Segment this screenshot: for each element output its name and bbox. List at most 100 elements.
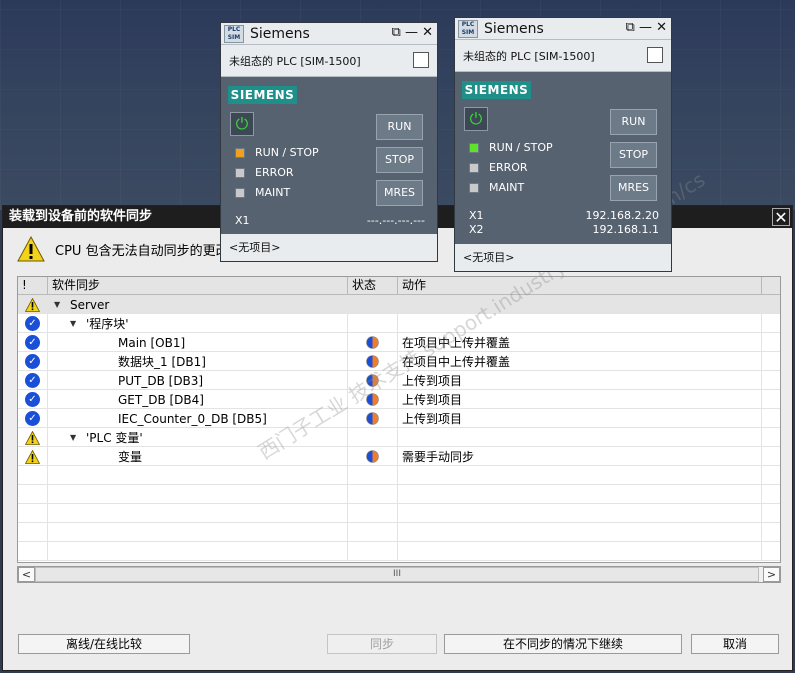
item-name-cell: 变量 [48,447,348,466]
state-cell [348,295,398,314]
sync-button[interactable]: 同步 [327,634,437,654]
action-cell[interactable]: 需要手动同步 [398,447,762,466]
plcsim-window-2[interactable]: PLC SIM Siemens ⧉ — ✕ 未组态的 PLC [SIM-1500… [454,17,672,272]
power-button[interactable]: ⏻ [464,107,488,131]
empty-cell [398,542,762,561]
sync-table: ! 软件同步 状态 动作 ▼ Server ✓ ▼ '程序块' ✓ Main [OB1] 在项… [17,276,781,563]
table-row[interactable]: ✓ ▼ '程序块' [18,314,780,333]
table-header: ! 软件同步 状态 动作 [18,277,780,295]
filler-cell [762,447,780,466]
scroll-thumb[interactable]: III [35,567,759,582]
expand-toggle-icon[interactable]: ▼ [70,319,80,328]
power-button[interactable]: ⏻ [230,112,254,136]
empty-cell [18,466,48,485]
action-cell[interactable]: 在项目中上传并覆盖 [398,333,762,352]
column-header-filler [762,277,780,294]
scroll-left-button[interactable]: < [18,567,35,582]
document-icon[interactable] [647,47,663,63]
filler-cell [762,352,780,371]
led-run-stop: RUN / STOP [235,146,319,159]
empty-cell [348,485,398,504]
horizontal-scrollbar[interactable]: < III > [17,566,781,583]
empty-cell [762,523,780,542]
continue-without-sync-button[interactable]: 在不同步的情况下继续 [444,634,682,654]
compare-button[interactable]: 离线/在线比较 [18,634,190,654]
empty-cell [48,542,348,561]
interface-name: X1 [469,209,484,222]
run-button[interactable]: RUN [610,109,657,135]
empty-cell [762,542,780,561]
filler-cell [762,314,780,333]
action-cell [398,295,762,314]
item-name: 变量 [118,450,143,464]
led-indicator [469,162,479,173]
empty-row [18,523,780,542]
scroll-right-button[interactable]: > [763,567,780,582]
led-label: MAINT [255,186,291,199]
action-cell[interactable]: 在项目中上传并覆盖 [398,352,762,371]
interface-address: 192.168.1.1 [592,223,659,236]
empty-cell [348,504,398,523]
filler-cell [762,333,780,352]
action-cell[interactable]: 上传到项目 [398,390,762,409]
action-cell[interactable]: 上传到项目 [398,371,762,390]
led-error: ERROR [235,166,294,179]
empty-row [18,485,780,504]
empty-cell [48,485,348,504]
expand-toggle-icon[interactable]: ▼ [54,300,64,309]
led-maint: MAINT [469,181,524,194]
dialog-close-button[interactable]: ✕ [772,208,790,227]
table-row[interactable]: ▼ 'PLC 变量' [18,428,780,447]
item-name-cell: ▼ Server [48,295,348,314]
item-name: IEC_Counter_0_DB [DB5] [118,411,267,426]
empty-cell [398,466,762,485]
plcsim-logo-icon: PLC SIM [224,24,244,43]
sync-state-icon [348,390,398,409]
table-row[interactable]: ✓ IEC_Counter_0_DB [DB5] 上传到项目 [18,409,780,428]
cancel-button[interactable]: 取消 [691,634,779,654]
empty-cell [398,485,762,504]
column-header-state[interactable]: 状态 [348,277,398,294]
table-row[interactable]: 变量 需要手动同步 [18,447,780,466]
item-name: Main [OB1] [118,335,186,350]
stop-button[interactable]: STOP [376,147,423,173]
plcsim-subtitle-bar: 未组态的 PLC [SIM-1500] [455,40,671,72]
stop-button[interactable]: STOP [610,142,657,168]
empty-cell [18,504,48,523]
window-controls[interactable]: ⧉ — ✕ [392,25,433,40]
item-name: GET_DB [DB4] [118,392,204,407]
empty-cell [18,542,48,561]
sync-dialog: 装载到设备前的软件同步 ✕ CPU 包含无法自动同步的更改 ! 软件同步 状态 … [2,205,793,671]
column-header-flag[interactable]: ! [18,277,48,294]
table-row[interactable]: ✓ Main [OB1] 在项目中上传并覆盖 [18,333,780,352]
empty-cell [398,504,762,523]
plcsim-title: Siemens [484,20,544,37]
mres-button[interactable]: MRES [376,180,423,206]
filler-cell [762,409,780,428]
table-row[interactable]: ✓ PUT_DB [DB3] 上传到项目 [18,371,780,390]
interface-name: X2 [469,223,484,236]
led-run-stop: RUN / STOP [469,141,553,154]
table-row[interactable]: ✓ 数据块_1 [DB1] 在项目中上传并覆盖 [18,352,780,371]
empty-cell [762,485,780,504]
action-cell [398,428,762,447]
column-header-sync[interactable]: 软件同步 [48,277,348,294]
check-icon: ✓ [18,352,48,371]
item-name: 数据块_1 [DB1] [118,355,206,369]
plcsim-window-1[interactable]: PLC SIM Siemens ⧉ — ✕ 未组态的 PLC [SIM-1500… [220,22,438,262]
window-controls[interactable]: ⧉ — ✕ [626,20,667,35]
empty-row [18,466,780,485]
warning-message: CPU 包含无法自动同步的更改 [55,243,229,259]
column-header-action[interactable]: 动作 [398,277,762,294]
document-icon[interactable] [413,52,429,68]
run-button[interactable]: RUN [376,114,423,140]
item-name-cell: GET_DB [DB4] [48,390,348,409]
expand-toggle-icon[interactable]: ▼ [70,433,80,442]
plcsim-logo-icon: PLC SIM [458,19,478,38]
table-row[interactable]: ▼ Server [18,295,780,314]
mres-button[interactable]: MRES [610,175,657,201]
led-indicator [235,147,245,158]
action-cell[interactable]: 上传到项目 [398,409,762,428]
table-row[interactable]: ✓ GET_DB [DB4] 上传到项目 [18,390,780,409]
led-indicator [235,187,245,198]
